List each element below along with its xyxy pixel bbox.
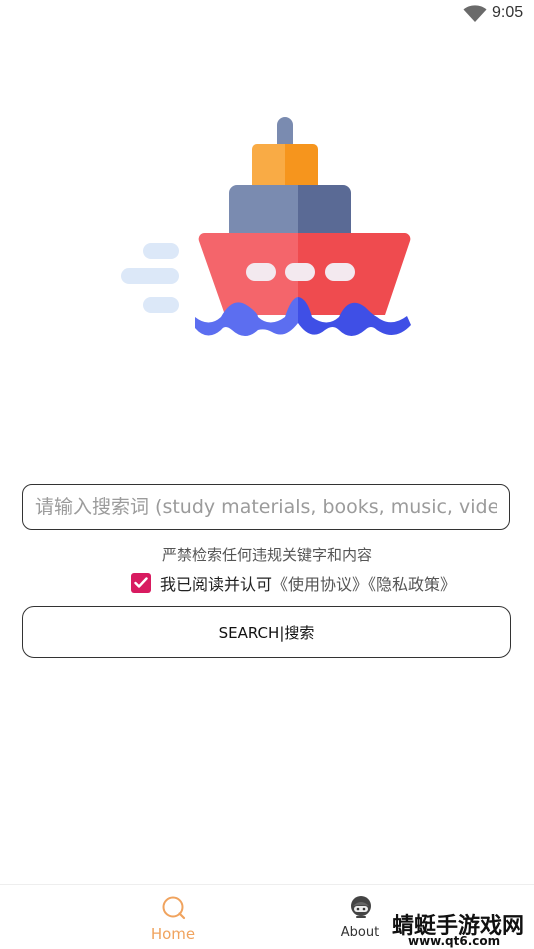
search-icon [162,896,186,920]
agreement-text: 我已阅读并认可 [160,575,273,594]
search-button[interactable]: SEARCH|搜索 [22,606,511,658]
search-field[interactable] [22,484,510,530]
agreement-row: 我已阅读并认可 《使用协议》《隐私政策》 [131,571,456,595]
agreement-links[interactable]: 《使用协议》《隐私政策》 [272,571,456,595]
ghost-avatar-icon [351,896,371,918]
checkmark-icon [134,577,148,588]
nav-label-home: Home [150,925,196,943]
search-input[interactable] [33,495,499,519]
site-watermark: 蜻蜓手游戏网 www.qt6.com [390,905,534,949]
warning-notice: 严禁检索任何违规关键字和内容 [161,546,372,564]
nav-item-home[interactable]: Home [113,885,233,949]
status-time: 9:05 [492,4,524,21]
app-screen: 9:05 严禁检索任何违规关键字和内容 [0,0,534,949]
watermark-url: www.qt6.com [408,934,501,948]
wifi-icon [463,5,487,22]
agreement-checkbox[interactable] [131,573,151,593]
status-bar: 9:05 [0,0,534,30]
ship-icon [121,117,411,336]
